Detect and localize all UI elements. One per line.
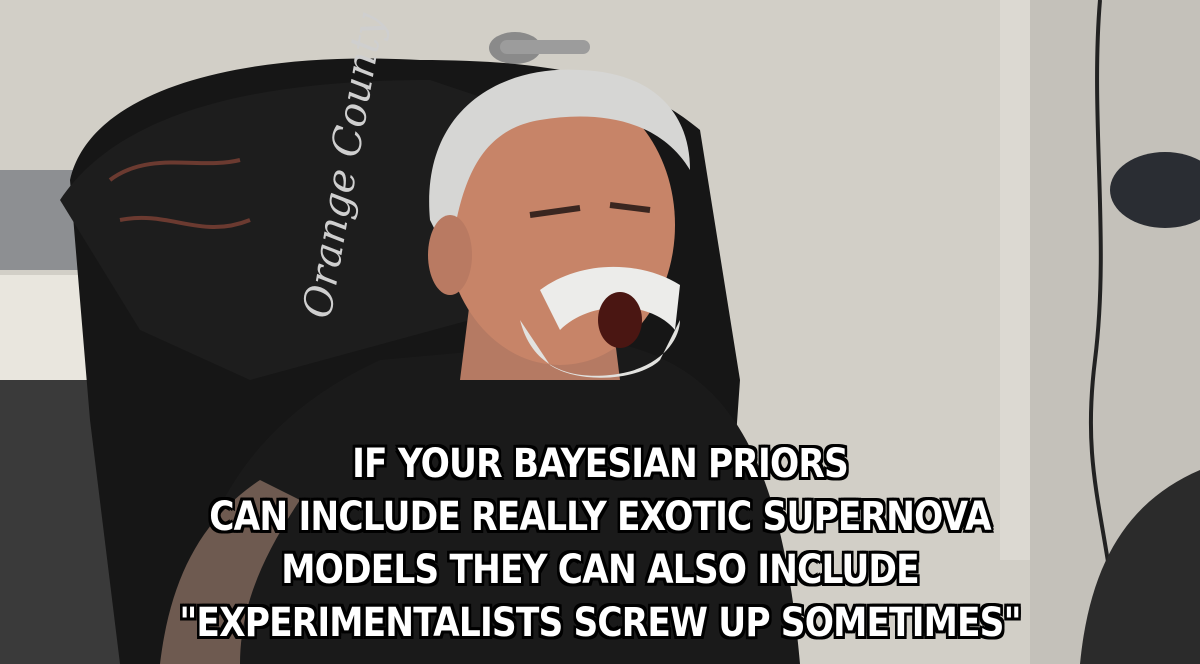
mouth: [598, 292, 642, 348]
ear: [428, 215, 472, 295]
caption-line-2: CAN INCLUDE REALLY EXOTIC SUPERNOVA: [209, 494, 991, 540]
caption-line-3: MODELS THEY CAN ALSO INCLUDE: [281, 547, 919, 593]
door-lever: [500, 40, 590, 54]
caption-line-1: IF YOUR BAYESIAN PRIORS: [352, 441, 849, 487]
meme-image: Orange County IF YOUR BAYESIAN PRIORS CA…: [0, 0, 1200, 664]
caption-line-4: "EXPERIMENTALISTS SCREW UP SOMETIMES": [179, 600, 1021, 646]
meme-caption: IF YOUR BAYESIAN PRIORS CAN INCLUDE REAL…: [118, 438, 1081, 650]
